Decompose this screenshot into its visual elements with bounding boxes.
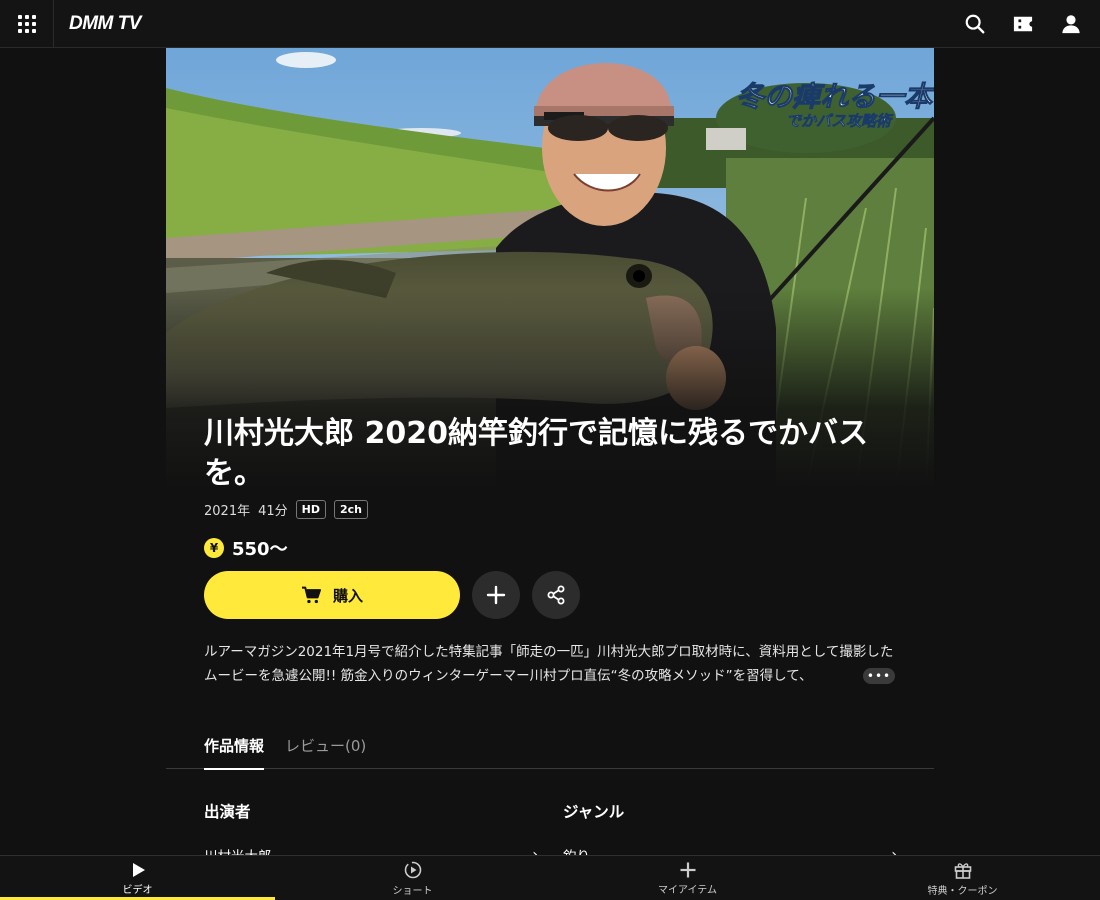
buy-button[interactable]: 購入 [204, 571, 460, 619]
svg-text:でかバス攻略術: でかバス攻略術 [786, 112, 894, 130]
release-year: 2021年 [204, 504, 251, 519]
dmm-tv-logo[interactable]: DMM TV [69, 13, 141, 35]
nav-video[interactable]: ビデオ [0, 856, 275, 900]
price-text: 550〜 [232, 539, 288, 560]
share-icon [547, 585, 565, 605]
nav-short[interactable]: ショート [275, 856, 550, 900]
ticket-icon [1013, 16, 1033, 32]
audio-badge: 2ch [333, 500, 368, 519]
search-icon [965, 14, 985, 34]
hd-badge: HD [295, 500, 326, 519]
tabs: 作品情報 レビュー(0) [166, 722, 934, 770]
yen-icon: ¥ [204, 538, 224, 558]
ticket-button[interactable] [1006, 7, 1040, 41]
nav-my-items-label: マイアイテム [658, 884, 717, 896]
plus-icon [680, 862, 695, 877]
gift-icon [954, 862, 971, 879]
user-icon [1062, 15, 1080, 34]
nav-benefits[interactable]: 特典・クーポン [825, 856, 1100, 900]
top-header: DMM TV [0, 0, 1100, 48]
plus-icon [486, 585, 506, 605]
nav-my-items[interactable]: マイアイテム [550, 856, 825, 900]
tab-info[interactable]: 作品情報 [204, 722, 265, 770]
page-title: 川村光大郎 2020納竿釣行で記憶に残るでかバスを。 [204, 416, 868, 491]
duration: 41分 [258, 504, 288, 519]
price: ¥ 550〜 [204, 535, 288, 561]
tab-review[interactable]: レビュー(0) [285, 722, 366, 769]
main-content: 冬の痺れる一本 でかバス攻略術 川村光大郎 2020納竿釣行で記憶に残るでかバス… [166, 48, 934, 865]
action-buttons: 購入 [204, 571, 580, 619]
add-to-list-button[interactable] [472, 571, 520, 619]
svg-text:冬の痺れる一本: 冬の痺れる一本 [736, 80, 934, 113]
cart-icon [301, 586, 321, 604]
bottom-nav: ビデオ ショート マイアイテム 特典・クーポン [0, 855, 1100, 900]
meta-info: 2021年 41分 HD 2ch [204, 500, 368, 519]
short-icon [404, 861, 421, 878]
cast-heading: 出演者 [204, 803, 251, 821]
grid-menu-icon [17, 14, 36, 33]
account-button[interactable] [1054, 7, 1088, 41]
buy-button-label: 購入 [332, 586, 363, 605]
nav-video-label: ビデオ [122, 884, 153, 896]
play-icon [132, 862, 145, 877]
grid-menu-button[interactable] [0, 0, 54, 48]
more-description-button[interactable]: ••• [863, 668, 895, 684]
search-button[interactable] [958, 7, 992, 41]
nav-short-label: ショート [392, 885, 433, 897]
share-button[interactable] [532, 571, 580, 619]
genre-heading: ジャンル [563, 803, 625, 821]
description: ルアーマガジン2021年1月号で紹介した特集記事「師走の一匹」川村光大郎プロ取材… [204, 644, 894, 684]
nav-benefits-label: 特典・クーポン [927, 885, 998, 897]
